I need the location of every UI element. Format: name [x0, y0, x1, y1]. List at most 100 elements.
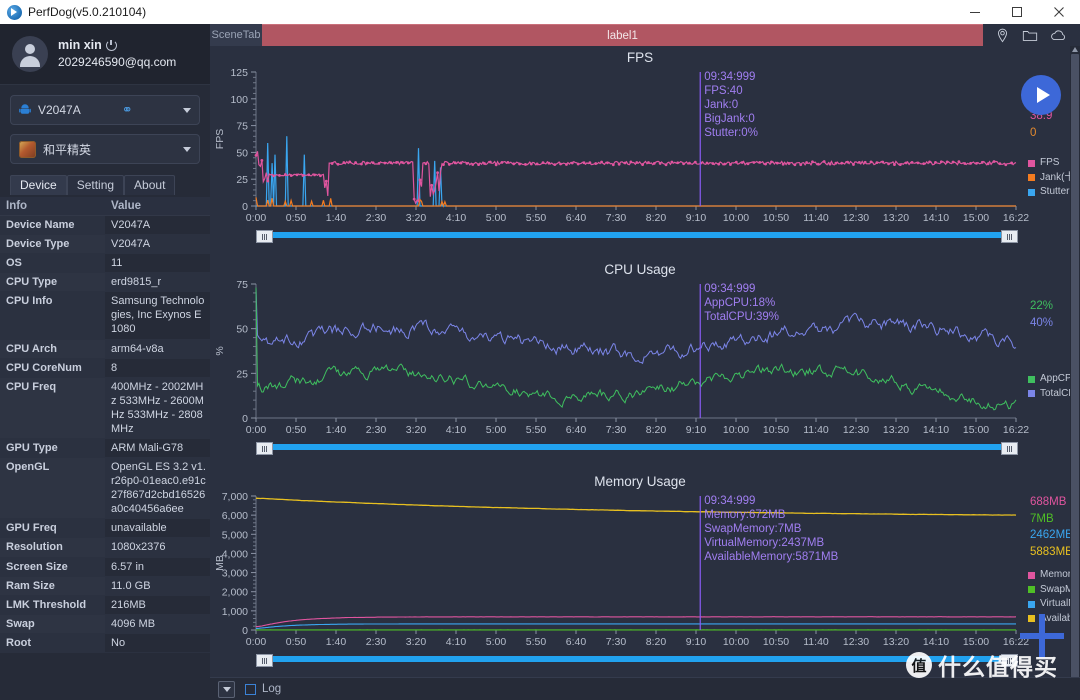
chart-title-cpu: CPU Usage	[604, 262, 676, 277]
svg-text:25: 25	[236, 368, 248, 380]
legend-item[interactable]: Stutter(卡顿率)	[1028, 185, 1070, 200]
legend-swatch	[1028, 600, 1035, 608]
legend-item[interactable]: Jank(卡顿次数)	[1028, 171, 1070, 186]
time-scrollbar-fps[interactable]	[256, 230, 1018, 243]
scrollbar-handle-right[interactable]	[1001, 442, 1018, 455]
info-value: OpenGL ES 3.2 v1.r26p0-01eac0.e91c27f867…	[105, 457, 210, 520]
svg-text:13:20: 13:20	[883, 212, 909, 224]
folder-icon[interactable]	[1022, 28, 1038, 43]
svg-text:5,000: 5,000	[222, 529, 248, 541]
scene-bar: SceneTab label1	[210, 24, 1080, 46]
time-scrollbar-memory[interactable]	[256, 654, 1018, 667]
title-bar: PerfDog(v5.0.210104)	[0, 0, 1080, 25]
legend-item[interactable]: SwapMemory	[1028, 583, 1070, 598]
svg-text:7,000: 7,000	[222, 492, 248, 503]
scrollbar-handle-right[interactable]	[1001, 654, 1018, 667]
app-select[interactable]: 和平精英	[10, 134, 200, 164]
svg-text:3:20: 3:20	[406, 212, 427, 224]
tooltip-cpu: 09:34:999 AppCPU:18% TotalCPU:39%	[704, 283, 780, 324]
legend-item[interactable]: FPS	[1028, 156, 1070, 171]
current-value: 0	[1030, 126, 1037, 139]
location-pin-icon[interactable]	[995, 28, 1010, 43]
logout-icon[interactable]	[105, 39, 117, 51]
info-value: 400MHz - 2002MHz 533MHz - 2600MHz 533MHz…	[105, 377, 210, 440]
scrollbar-thumb[interactable]	[1071, 54, 1079, 690]
time-scrollbar-cpu[interactable]	[256, 442, 1018, 455]
vertical-scrollbar[interactable]	[1070, 46, 1080, 700]
scrollbar-handle-left[interactable]	[256, 442, 273, 455]
scrollbar-track[interactable]	[256, 232, 1016, 238]
usb-link-icon[interactable]: ⚭	[122, 102, 133, 118]
scroll-up-arrow[interactable]	[1072, 47, 1078, 52]
svg-text:5:00: 5:00	[486, 424, 507, 436]
minimize-button[interactable]	[954, 0, 996, 24]
device-select-value: V2047A	[38, 103, 81, 117]
tooltip-fps: 09:34:999 FPS:40 Jank:0 BigJank:0 Stutte…	[704, 71, 758, 140]
plot-fps: 0 25 50 75 100 125 FPS 0:00 0:50 1:40 2:30 3:20 4:10…	[210, 68, 1070, 228]
svg-text:5:50: 5:50	[526, 212, 547, 224]
info-key: Resolution	[0, 537, 105, 558]
user-panel: min xin 2029246590@qq.com	[0, 24, 210, 85]
svg-text:9:10: 9:10	[686, 424, 707, 436]
log-label: Log	[262, 683, 282, 695]
svg-text:10:00: 10:00	[723, 424, 749, 436]
table-row: GPU Freq unavailable	[0, 518, 210, 539]
table-row: OS 11	[0, 253, 210, 274]
table-row: CPU CoreNum 8	[0, 358, 210, 378]
charts-scroll-area[interactable]: FPS 0 25 50 75 100 125 FPS 0:00 0:50 1:40 2:30 3:20 4…	[210, 46, 1070, 700]
log-checkbox[interactable]: Log	[245, 683, 281, 695]
info-value: 1080x2376	[105, 537, 210, 558]
tab-setting[interactable]: Setting	[66, 175, 125, 195]
legend-cpu: AppCPU TotalCPU	[1028, 372, 1070, 401]
scrollbar-handle-right[interactable]	[1001, 230, 1018, 243]
svg-text:25: 25	[236, 174, 248, 186]
svg-text:8:20: 8:20	[646, 212, 667, 224]
svg-text:13:20: 13:20	[883, 424, 909, 436]
tooltip-memory: 09:34:999 Memory:672MB SwapMemory:7MB Vi…	[704, 495, 839, 564]
scrollbar-handle-left[interactable]	[256, 654, 273, 667]
current-value: 22%	[1030, 300, 1054, 312]
info-key: CPU CoreNum	[0, 358, 105, 378]
add-chart-button[interactable]	[1020, 614, 1064, 658]
table-header-row: Info Value	[0, 197, 210, 216]
svg-text:FPS: FPS	[214, 129, 226, 149]
svg-text:100: 100	[230, 94, 248, 106]
chart-title-memory: Memory Usage	[594, 474, 686, 489]
svg-text:16:22: 16:22	[1003, 212, 1029, 224]
close-button[interactable]	[1038, 0, 1080, 24]
svg-text:9:10: 9:10	[686, 212, 707, 224]
user-email: 2029246590@qq.com	[58, 55, 177, 70]
svg-text:15:00: 15:00	[963, 212, 989, 224]
table-row: CPU Freq 400MHz - 2002MHz 533MHz - 2600MH…	[0, 377, 210, 440]
scrollbar-track[interactable]	[256, 656, 1016, 662]
scene-tab[interactable]: SceneTab	[210, 24, 262, 46]
info-value: 6.57 in	[105, 557, 210, 577]
legend-item[interactable]: Memory	[1028, 568, 1070, 583]
checkbox-icon[interactable]	[245, 683, 256, 695]
tab-device[interactable]: Device	[10, 175, 67, 195]
play-button[interactable]	[1021, 75, 1061, 115]
maximize-button[interactable]	[996, 0, 1038, 24]
scene-label-tab[interactable]: label1	[262, 24, 983, 46]
current-value: 2462MB	[1030, 529, 1070, 542]
svg-text:0:00: 0:00	[246, 212, 267, 224]
svg-text:0:00: 0:00	[246, 636, 267, 648]
device-select[interactable]: V2047A ⚭	[10, 95, 200, 125]
legend-item[interactable]: AppCPU	[1028, 372, 1070, 387]
legend-fps: FPS Jank(卡顿次数) Stutter(卡顿率)	[1028, 156, 1070, 200]
plot-svg-memory: 01,0002,0003,0004,0005,0006,0007,000MB0:…	[214, 492, 1029, 648]
app-logo-icon	[7, 4, 22, 20]
legend-swatch	[1028, 159, 1035, 167]
tab-about[interactable]: About	[124, 175, 176, 195]
expand-panel-button[interactable]	[218, 680, 235, 698]
scrollbar-handle-left[interactable]	[256, 230, 273, 243]
legend-item[interactable]: TotalCPU	[1028, 387, 1070, 402]
table-row: GPU Type ARM Mali-G78	[0, 438, 210, 459]
svg-text:9:10: 9:10	[686, 636, 707, 648]
current-value: 40%	[1030, 316, 1054, 329]
cloud-icon[interactable]	[1050, 28, 1068, 43]
legend-item[interactable]: VirtualMemory	[1028, 597, 1070, 612]
svg-text:4:10: 4:10	[446, 424, 467, 436]
scrollbar-track[interactable]	[256, 444, 1016, 450]
svg-text:MB: MB	[214, 555, 226, 571]
